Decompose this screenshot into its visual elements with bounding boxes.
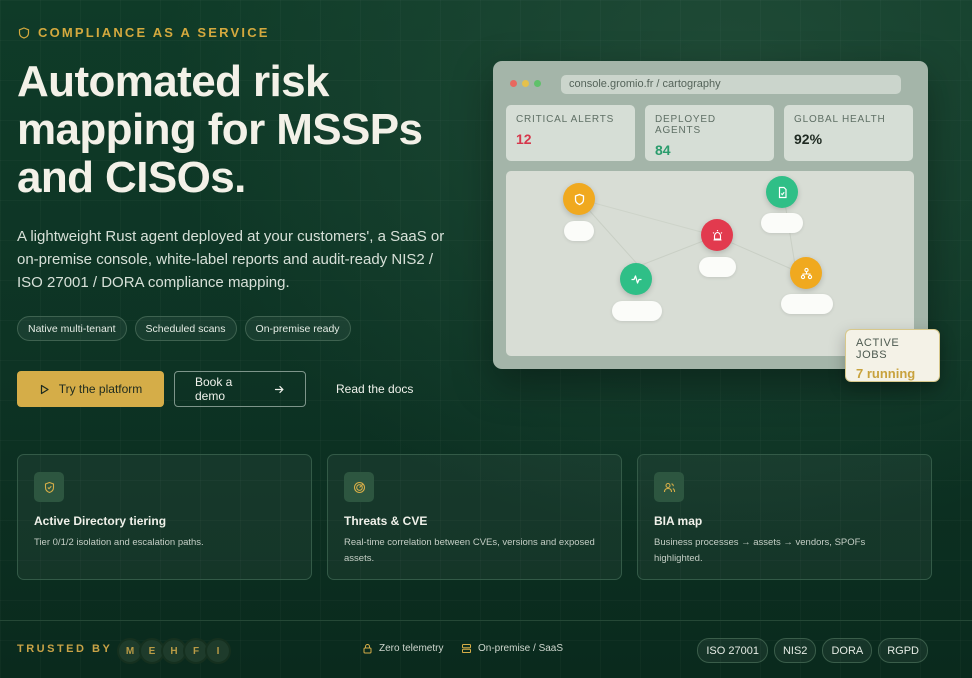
- document-icon: [778, 186, 787, 198]
- eyebrow: COMPLIANCE AS A SERVICE: [18, 25, 270, 40]
- radar-icon: [353, 481, 365, 493]
- badge-rgpd: RGPD: [878, 638, 928, 663]
- hero-title: Automated risk mapping for MSSPs and CIS…: [17, 57, 423, 202]
- try-platform-button[interactable]: Try the platform: [17, 371, 164, 407]
- stat-label: CRITICAL ALERTS: [516, 114, 615, 125]
- minimize-dot: [522, 80, 529, 87]
- badge-dora: DORA: [822, 638, 873, 663]
- play-icon: [40, 384, 49, 394]
- alarm-node[interactable]: [701, 219, 733, 251]
- feature-card-ad-tiering[interactable]: Active Directory tiering Tier 0/1/2 isol…: [17, 454, 312, 580]
- stat-deployed-agents: DEPLOYED AGENTS 84: [645, 105, 774, 161]
- pill-on-premise: On-premise ready: [244, 316, 351, 341]
- book-demo-label: Book a demo: [195, 375, 233, 403]
- stat-critical-alerts: CRITICAL ALERTS 12: [506, 105, 635, 161]
- node-label-placeholder: [781, 294, 833, 314]
- server-icon: [462, 644, 471, 653]
- cta-group: Try the platform Book a demo Read the do…: [17, 371, 433, 407]
- card-description: Real-time correlation between CVEs, vers…: [344, 537, 595, 564]
- book-demo-button[interactable]: Book a demo: [174, 371, 306, 407]
- read-docs-link[interactable]: Read the docs: [316, 371, 433, 407]
- arrow-right-icon: [274, 385, 284, 393]
- stat-value: 84: [655, 142, 671, 158]
- shield-icon: [574, 193, 584, 205]
- node-label-placeholder: [564, 221, 594, 241]
- compliance-badges: ISO 27001 NIS2 DORA RGPD: [697, 638, 928, 663]
- card-icon-wrap: [34, 472, 64, 502]
- try-platform-label: Try the platform: [58, 382, 143, 396]
- card-title: Threats & CVE: [344, 514, 428, 528]
- alarm-icon: [712, 229, 722, 241]
- customer-logos: M E H F I: [117, 638, 231, 664]
- badge-nis2: NIS2: [773, 638, 817, 663]
- feature-pills: Native multi-tenant Scheduled scans On-p…: [17, 316, 351, 341]
- feature-card-threats-cve[interactable]: Threats & CVE Real-time correlation betw…: [327, 454, 622, 580]
- card-icon-wrap: [344, 472, 374, 502]
- maximize-dot: [534, 80, 541, 87]
- eyebrow-label: COMPLIANCE AS A SERVICE: [38, 25, 270, 40]
- network-node[interactable]: [790, 257, 822, 289]
- zero-telemetry: Zero telemetry: [362, 643, 443, 654]
- feature-cards: Active Directory tiering Tier 0/1/2 isol…: [17, 454, 932, 580]
- pill-scheduled-scans: Scheduled scans: [134, 316, 237, 341]
- active-jobs-label: ACTIVE JOBS: [856, 337, 900, 361]
- stat-value: 92%: [794, 131, 823, 147]
- users-icon: [663, 482, 675, 492]
- stat-value: 12: [516, 131, 532, 147]
- stat-cards: CRITICAL ALERTS 12 DEPLOYED AGENTS 84 GL…: [506, 105, 913, 161]
- shield-icon: [18, 26, 30, 39]
- zero-telemetry-label: Zero telemetry: [379, 643, 444, 654]
- pulse-icon: [631, 274, 641, 284]
- shield-node[interactable]: [563, 183, 595, 215]
- node-label-placeholder: [612, 301, 662, 321]
- shield-check-icon: [44, 481, 54, 493]
- badge-iso27001: ISO 27001: [697, 638, 768, 663]
- card-title: Active Directory tiering: [34, 514, 167, 528]
- console-preview: console.gromio.fr / cartography CRITICAL…: [493, 61, 928, 369]
- card-title: BIA map: [654, 514, 703, 528]
- pill-multi-tenant: Native multi-tenant: [17, 316, 127, 341]
- card-description: Tier 0/1/2 isolation and escalation path…: [34, 537, 204, 548]
- url-bar: console.gromio.fr / cartography: [561, 75, 901, 94]
- stat-label: DEPLOYED AGENTS: [655, 114, 716, 136]
- pulse-node[interactable]: [620, 263, 652, 295]
- close-dot: [510, 80, 517, 87]
- window-controls: [510, 80, 541, 87]
- node-label-placeholder: [699, 257, 736, 277]
- card-description: Business processes → assets → vendors, S…: [654, 537, 866, 564]
- trusted-by-label: TRUSTED BY: [17, 643, 113, 655]
- footer-divider: [0, 620, 972, 621]
- card-icon-wrap: [654, 472, 684, 502]
- node-label-placeholder: [761, 213, 803, 233]
- network-icon: [800, 267, 812, 279]
- hero-lead: A lightweight Rust agent deployed at you…: [17, 228, 445, 291]
- active-jobs-card: ACTIVE JOBS 7 running: [845, 329, 940, 382]
- deployment-mode: On-premise / SaaS: [461, 643, 563, 654]
- lock-icon: [363, 643, 372, 654]
- feature-card-bia-map[interactable]: BIA map Business processes → assets → ve…: [637, 454, 932, 580]
- customer-logo: I: [205, 638, 231, 664]
- active-jobs-value: 7 running: [856, 366, 916, 381]
- stat-label: GLOBAL HEALTH: [794, 114, 886, 125]
- document-node[interactable]: [766, 176, 798, 208]
- deployment-mode-label: On-premise / SaaS: [478, 643, 564, 654]
- stat-global-health: GLOBAL HEALTH 92%: [784, 105, 913, 161]
